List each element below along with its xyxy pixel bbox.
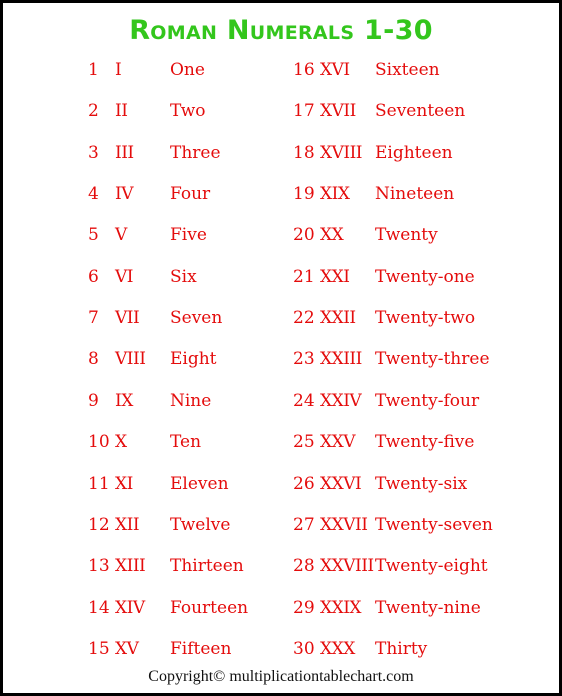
arabic-number: 3: [88, 142, 99, 163]
number-word: Twenty-nine: [375, 597, 481, 618]
number-word: Twenty-three: [375, 349, 490, 370]
roman-numeral: X: [115, 432, 127, 453]
arabic-number: 22: [293, 308, 315, 329]
arabic-number: 24: [293, 390, 315, 411]
roman-numeral: XVI: [320, 60, 350, 80]
roman-numeral: XI: [115, 473, 133, 494]
roman-numeral: III: [115, 142, 134, 163]
arabic-number: 4: [88, 184, 99, 205]
arabic-number: 2: [88, 101, 99, 122]
roman-numeral: XVIII: [320, 142, 363, 163]
roman-numeral: VI: [115, 266, 134, 287]
number-word: Twenty-four: [375, 390, 480, 411]
roman-numeral: XXIX: [320, 597, 362, 618]
arabic-number: 11: [88, 473, 110, 494]
number-word: Fifteen: [170, 638, 232, 659]
number-word: Six: [170, 266, 197, 287]
arabic-number: 28: [293, 556, 315, 577]
roman-numeral: XXIII: [320, 349, 362, 370]
number-word: Five: [170, 225, 207, 246]
number-word: Three: [170, 142, 221, 163]
number-word: Twenty-seven: [375, 514, 493, 535]
roman-numeral: VII: [115, 308, 140, 329]
arabic-number: 21: [293, 266, 315, 287]
arabic-number: 10: [88, 432, 110, 453]
roman-numeral: XXII: [320, 308, 356, 329]
number-word: Thirteen: [170, 556, 244, 577]
number-word: Nineteen: [375, 184, 455, 205]
roman-numeral: XXV: [320, 432, 355, 453]
roman-numeral: XV: [115, 638, 139, 659]
roman-numeral: II: [115, 101, 128, 122]
arabic-number: 20: [293, 225, 315, 246]
arabic-number: 9: [88, 390, 99, 411]
number-word: Fourteen: [170, 597, 249, 618]
arabic-number: 19: [293, 184, 315, 205]
roman-numeral: XX: [320, 225, 344, 246]
number-word: Seven: [170, 308, 223, 329]
number-word: Ten: [170, 432, 202, 453]
arabic-number: 29: [293, 597, 315, 618]
roman-numeral: XXI: [320, 266, 350, 287]
roman-numeral: XXX: [320, 638, 355, 659]
arabic-number: 5: [88, 225, 99, 246]
number-word: Twenty-five: [375, 432, 475, 453]
arabic-number: 26: [293, 473, 315, 494]
roman-numeral: IV: [115, 184, 134, 205]
roman-numeral: XIX: [320, 184, 350, 205]
arabic-number: 7: [88, 308, 99, 329]
number-word: Eighteen: [375, 142, 453, 163]
roman-numeral: XII: [115, 514, 140, 535]
roman-numeral: XXVIII: [320, 556, 374, 577]
roman-numeral: XXIV: [320, 390, 362, 411]
arabic-number: 27: [293, 514, 315, 535]
roman-numeral: XVII: [320, 101, 356, 122]
roman-numeral: XIII: [115, 556, 146, 577]
roman-numeral: XIV: [115, 597, 145, 618]
roman-numeral: XXVII: [320, 514, 368, 535]
arabic-number: 12: [88, 514, 110, 535]
arabic-number: 15: [88, 638, 110, 659]
arabic-number: 18: [293, 142, 315, 163]
number-word: Nine: [170, 390, 212, 411]
number-word: Twenty-one: [375, 266, 475, 287]
number-word: Eight: [170, 349, 217, 370]
arabic-number: 23: [293, 349, 315, 370]
arabic-number: 8: [88, 349, 99, 370]
arabic-number: 25: [293, 432, 315, 453]
arabic-number: 30: [293, 638, 315, 659]
arabic-number: 6: [88, 266, 99, 287]
arabic-number: 1: [88, 60, 99, 80]
number-word: Twelve: [170, 514, 231, 535]
number-word: One: [170, 60, 205, 80]
number-word: Eleven: [170, 473, 229, 494]
number-word: Twenty-two: [375, 308, 476, 329]
roman-numeral: XXVI: [320, 473, 362, 494]
page-title: Roman Numerals 1-30: [129, 15, 433, 46]
roman-numeral: IX: [115, 390, 133, 411]
arabic-number: 17: [293, 101, 315, 122]
arabic-number: 14: [88, 597, 110, 618]
number-word: Twenty-six: [375, 473, 468, 494]
roman-numeral: VIII: [115, 349, 146, 370]
roman-numeral: V: [115, 225, 127, 246]
number-word: Thirty: [375, 638, 428, 659]
arabic-number: 16: [293, 60, 315, 80]
number-word: Four: [170, 184, 211, 205]
roman-numeral: I: [115, 60, 122, 80]
number-word: Two: [170, 101, 206, 122]
number-word: Seventeen: [375, 101, 466, 122]
arabic-number: 13: [88, 556, 110, 577]
number-word: Sixteen: [375, 60, 440, 80]
copyright-notice: Copyright© multiplicationtablechart.com: [148, 668, 414, 685]
number-word: Twenty-eight: [375, 556, 488, 577]
number-word: Twenty: [375, 225, 438, 246]
